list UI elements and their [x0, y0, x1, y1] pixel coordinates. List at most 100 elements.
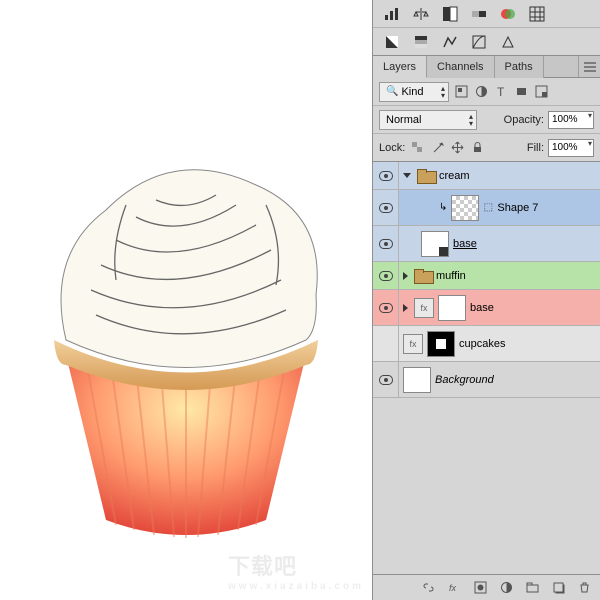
mask-thumbnail[interactable]	[427, 331, 455, 357]
new-adjustment-icon[interactable]	[498, 580, 514, 596]
lock-row: Lock: Fill: 100% ▾	[373, 134, 600, 162]
tab-channels[interactable]: Channels	[427, 56, 494, 78]
balance-icon[interactable]	[412, 5, 430, 23]
filter-type-icon[interactable]: T	[493, 84, 509, 100]
lock-label: Lock:	[379, 142, 405, 154]
delete-layer-icon[interactable]	[576, 580, 592, 596]
add-mask-icon[interactable]	[472, 580, 488, 596]
panel-column: Layers Channels Paths 🔍 Kind ▴▾ T Normal…	[372, 0, 600, 600]
link-layers-icon[interactable]	[420, 580, 436, 596]
threshold2-icon[interactable]	[441, 33, 459, 51]
layer-name: base	[470, 302, 494, 314]
tab-layers[interactable]: Layers	[373, 56, 427, 78]
layer-thumbnail[interactable]	[438, 295, 466, 321]
layers-panel-footer: fx	[373, 574, 600, 600]
folder-icon	[414, 269, 432, 282]
layer-filter-row: 🔍 Kind ▴▾ T	[373, 78, 600, 106]
filter-kind-select[interactable]: 🔍 Kind ▴▾	[379, 82, 449, 102]
layer-shape-7[interactable]: ↳ ⬚ Shape 7	[373, 190, 600, 226]
link-icon[interactable]: ⬚	[483, 202, 493, 213]
blend-mode-value: Normal	[386, 114, 421, 126]
levels-icon[interactable]	[383, 5, 401, 23]
layer-thumbnail[interactable]	[421, 231, 449, 257]
watermark: 下载吧 www.xiazaiba.com	[228, 549, 364, 592]
eye-icon	[379, 203, 393, 213]
layer-name: muffin	[436, 270, 466, 282]
layer-background[interactable]: Background	[373, 362, 600, 398]
visibility-toggle[interactable]	[373, 362, 399, 397]
visibility-toggle[interactable]	[373, 290, 399, 325]
panel-tabs: Layers Channels Paths	[373, 56, 600, 78]
eye-icon	[379, 375, 393, 385]
layers-list: cream ↳ ⬚ Shape 7 base muffi	[373, 162, 600, 574]
opacity-value: 100%	[552, 114, 578, 125]
layer-thumbnail[interactable]	[451, 195, 479, 221]
eye-icon	[379, 171, 393, 181]
invert-icon[interactable]	[383, 33, 401, 51]
document-image	[0, 0, 372, 600]
disclosure-icon[interactable]	[403, 173, 411, 178]
visibility-toggle[interactable]	[373, 326, 399, 361]
layer-name: base	[453, 238, 477, 250]
lock-all-icon[interactable]	[469, 140, 485, 156]
disclosure-icon[interactable]	[403, 304, 408, 312]
adjustment-icon-row-1	[373, 0, 600, 28]
lock-transparency-icon[interactable]	[409, 140, 425, 156]
visibility-toggle[interactable]	[373, 226, 399, 261]
fx-thumbnail[interactable]	[414, 298, 434, 318]
layer-cupcakes[interactable]: cupcakes	[373, 326, 600, 362]
watermark-url: www.xiazaiba.com	[228, 581, 364, 592]
filter-type-icons: T	[453, 84, 549, 100]
filter-pixel-icon[interactable]	[453, 84, 469, 100]
selective-color-icon[interactable]	[499, 5, 517, 23]
fill-input[interactable]: 100% ▾	[548, 139, 594, 157]
disclosure-icon[interactable]	[403, 272, 408, 280]
adjustment-icon-row-2	[373, 28, 600, 56]
folder-icon	[417, 169, 435, 182]
svg-text:fx: fx	[449, 583, 457, 593]
visibility-toggle[interactable]	[373, 262, 399, 289]
fill-value: 100%	[552, 142, 578, 153]
new-layer-icon[interactable]	[550, 580, 566, 596]
fx-thumbnail[interactable]	[403, 334, 423, 354]
tab-paths[interactable]: Paths	[495, 56, 544, 78]
svg-text:T: T	[497, 85, 505, 98]
layer-group-cream[interactable]: cream	[373, 162, 600, 190]
clip-indicator-icon: ↳	[439, 202, 447, 213]
fill-label: Fill:	[527, 142, 544, 154]
visibility-toggle[interactable]	[373, 162, 399, 189]
lock-pixels-icon[interactable]	[429, 140, 445, 156]
document-canvas[interactable]: 下载吧 www.xiazaiba.com	[0, 0, 372, 600]
panel-menu-button[interactable]	[578, 56, 600, 77]
visibility-toggle[interactable]	[373, 190, 399, 225]
layer-name: cream	[439, 170, 470, 182]
layer-style-icon[interactable]: fx	[446, 580, 462, 596]
threshold-icon[interactable]	[441, 5, 459, 23]
layer-name: cupcakes	[459, 338, 505, 350]
filter-smart-icon[interactable]	[533, 84, 549, 100]
color-lookup-icon[interactable]	[528, 5, 546, 23]
layer-group-muffin[interactable]: muffin	[373, 262, 600, 290]
lock-position-icon[interactable]	[449, 140, 465, 156]
filter-shape-icon[interactable]	[513, 84, 529, 100]
layer-base-cream[interactable]: base	[373, 226, 600, 262]
eye-icon	[379, 239, 393, 249]
posterize-icon[interactable]	[412, 33, 430, 51]
blend-mode-select[interactable]: Normal ▴▾	[379, 110, 477, 130]
opacity-input[interactable]: 100% ▾	[548, 111, 594, 129]
eye-icon	[379, 303, 393, 313]
watermark-text: 下载吧	[228, 554, 297, 579]
filter-adjustment-icon[interactable]	[473, 84, 489, 100]
new-group-icon[interactable]	[524, 580, 540, 596]
blend-mode-row: Normal ▴▾ Opacity: 100% ▾	[373, 106, 600, 134]
layer-thumbnail[interactable]	[403, 367, 431, 393]
layer-name: Background	[435, 374, 494, 386]
vibrance-icon[interactable]	[499, 33, 517, 51]
filter-kind-label: Kind	[401, 86, 423, 98]
layer-base-red[interactable]: base	[373, 290, 600, 326]
gradient-map-icon[interactable]	[470, 5, 488, 23]
opacity-label: Opacity:	[504, 114, 544, 126]
layer-name: Shape 7	[497, 202, 538, 214]
curves2-icon[interactable]	[470, 33, 488, 51]
eye-icon	[379, 271, 393, 281]
